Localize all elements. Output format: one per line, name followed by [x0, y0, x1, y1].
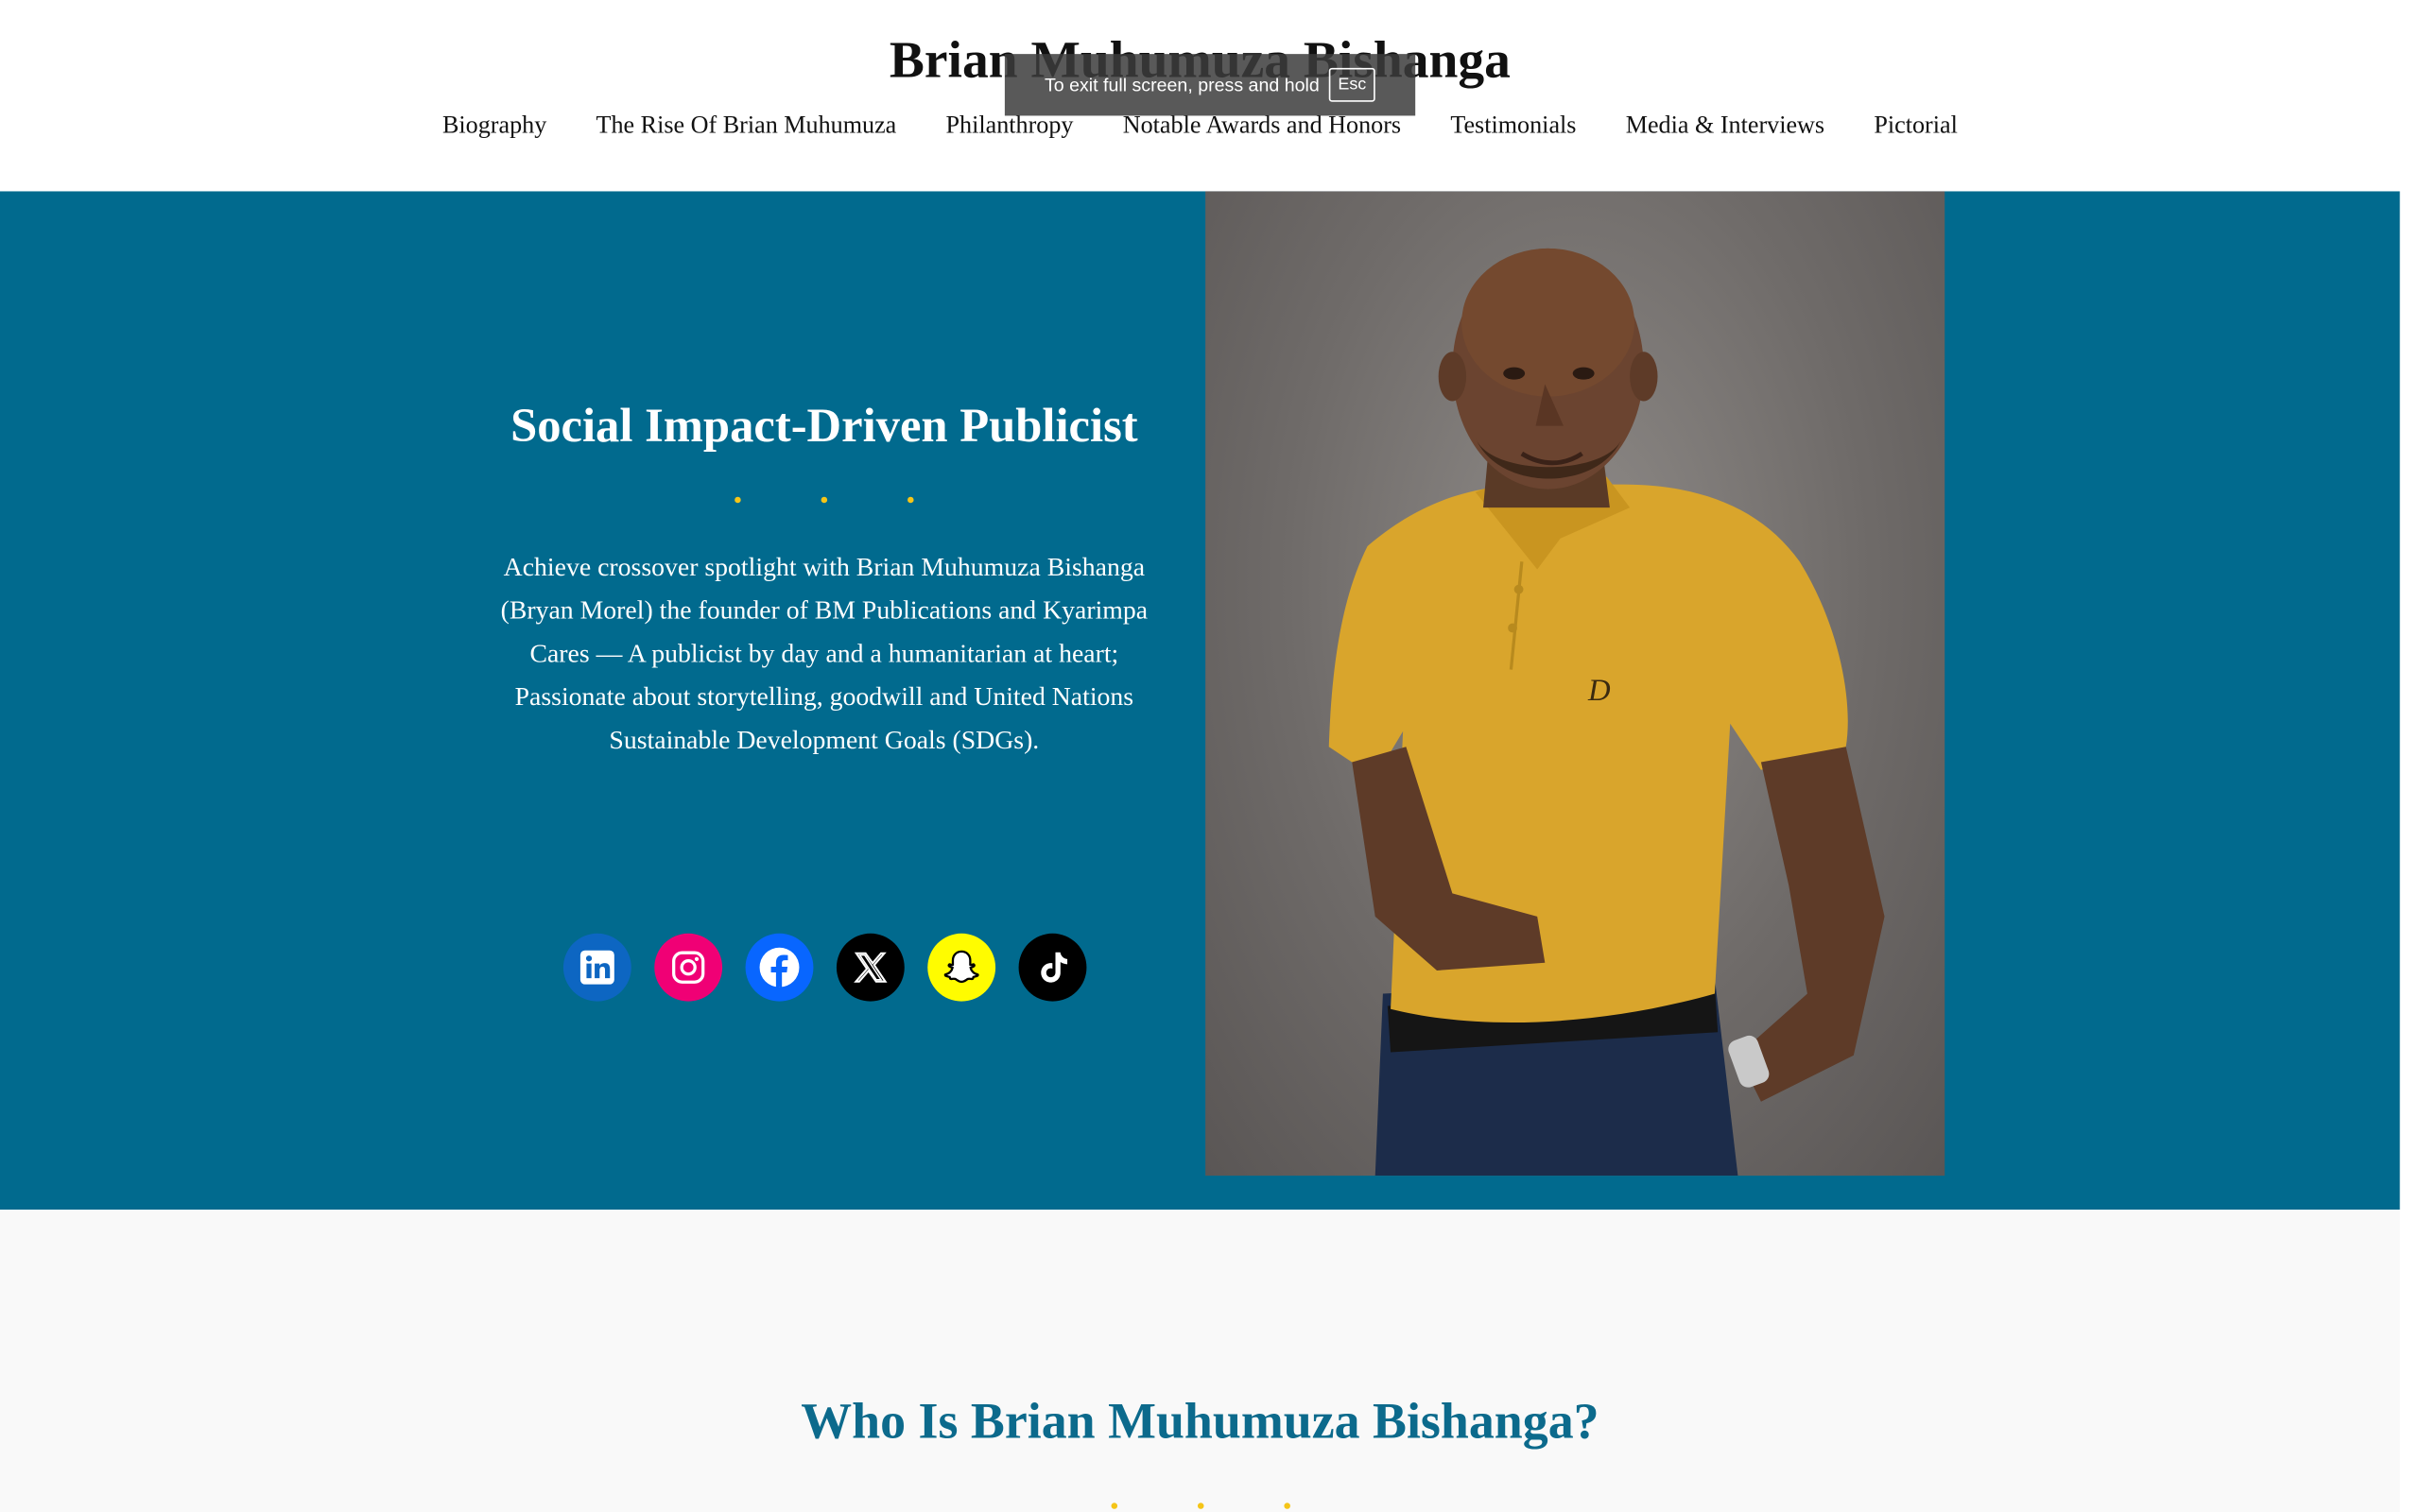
fullscreen-notice: To exit full screen, press and hold Esc	[1004, 54, 1416, 116]
nav-item-testimonials[interactable]: Testimonials	[1450, 108, 1576, 145]
social-links	[562, 933, 1088, 1002]
hero-dot-separator	[485, 496, 1164, 504]
nav-item-rise[interactable]: The Rise Of Brian Muhumuza	[596, 108, 897, 145]
tiktok-icon	[1041, 952, 1068, 983]
hero-title: Social Impact-Driven Publicist	[510, 398, 1138, 453]
about-title: Who Is Brian Muhumuza Bishanga?	[801, 1394, 1599, 1451]
linkedin-icon	[579, 950, 614, 985]
site-header: Brian Muhumuza Bishanga Biography The Ri…	[0, 0, 2400, 192]
snapchat-icon	[943, 950, 979, 984]
shirt-logo: D	[1587, 674, 1611, 708]
page: Brian Muhumuza Bishanga Biography The Ri…	[0, 0, 2400, 1512]
nav-item-biography[interactable]: Biography	[442, 108, 546, 145]
separator-dot	[1197, 1503, 1203, 1509]
fullscreen-notice-text: To exit full screen, press and hold	[1044, 74, 1320, 96]
linkedin-button[interactable]	[562, 933, 631, 1002]
separator-dot	[1283, 1503, 1290, 1509]
instagram-icon	[672, 951, 705, 984]
facebook-icon	[759, 947, 800, 988]
instagram-button[interactable]	[654, 933, 723, 1002]
snapchat-button[interactable]	[927, 933, 996, 1002]
separator-dot	[1110, 1503, 1117, 1509]
x-icon	[854, 952, 888, 983]
separator-dot	[908, 496, 914, 504]
x-button[interactable]	[836, 933, 905, 1002]
portrait-illustration: D	[1328, 248, 1885, 1177]
hero-content: Social Impact-Driven Publicist Achieve c…	[485, 191, 1164, 1210]
nav-item-pictorial[interactable]: Pictorial	[1874, 108, 1958, 145]
nav-item-media[interactable]: Media & Interviews	[1626, 108, 1824, 145]
facebook-button[interactable]	[745, 933, 814, 1002]
about-dot-separator	[0, 1503, 2400, 1509]
esc-key-badge: Esc	[1328, 67, 1376, 102]
separator-dot	[821, 496, 828, 504]
hero-description: Achieve crossover spotlight with Brian M…	[500, 552, 1149, 755]
separator-dot	[735, 496, 741, 504]
tiktok-button[interactable]	[1018, 933, 1087, 1002]
hero-section: Social Impact-Driven Publicist Achieve c…	[0, 191, 2400, 1211]
portrait-photo: D	[1205, 191, 1945, 1177]
about-section: Who Is Brian Muhumuza Bishanga?	[0, 1210, 2400, 1512]
